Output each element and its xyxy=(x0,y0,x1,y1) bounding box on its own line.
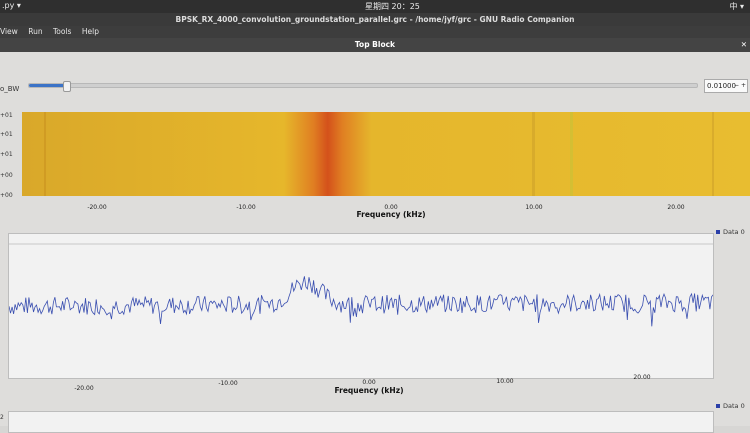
legend-label: Data 0 xyxy=(723,402,745,410)
legend-entry-second: Data 0 xyxy=(716,402,745,410)
bandwidth-slider[interactable] xyxy=(28,81,698,92)
waterfall-xlabel: Frequency (kHz) xyxy=(356,210,426,219)
legend-swatch xyxy=(716,230,720,234)
bandwidth-slider-fill xyxy=(29,84,66,87)
top-block-titlebar: Top Block ✕ xyxy=(0,38,750,52)
waterfall-streak xyxy=(44,112,46,196)
plot-xtick: 10.00 xyxy=(496,378,514,385)
waterfall-ytick: +00 xyxy=(0,192,13,199)
waterfall-ytick: +01 xyxy=(0,112,13,119)
plot-xtick: -10.00 xyxy=(218,380,238,387)
waterfall-xtick: -10.00 xyxy=(236,204,256,211)
bandwidth-spinbox[interactable]: 0.01000 − + xyxy=(704,79,748,93)
menu-help[interactable]: Help xyxy=(82,27,99,36)
waterfall-streak xyxy=(532,112,535,196)
bandwidth-value: 0.01000 xyxy=(707,82,736,90)
menu-bar: View Run Tools Help xyxy=(0,26,750,38)
waterfall-streak xyxy=(712,112,714,196)
close-icon[interactable]: ✕ xyxy=(741,38,747,52)
window-title: BPSK_RX_4000_convolution_groundstation_p… xyxy=(0,13,750,26)
top-block-title: Top Block xyxy=(354,40,396,49)
frequency-plot[interactable] xyxy=(8,233,714,379)
waterfall-xtick: -20.00 xyxy=(87,204,107,211)
menu-tools[interactable]: Tools xyxy=(53,27,71,36)
legend-label: Data 0 xyxy=(723,228,745,236)
legend-entry: Data 0 xyxy=(716,228,745,236)
plot-xtick: -20.00 xyxy=(74,385,94,392)
waterfall-xtick: 10.00 xyxy=(525,204,543,211)
waterfall-image xyxy=(22,112,750,196)
input-method-indicator[interactable]: 中 ▾ xyxy=(729,1,744,12)
plot-xlabel: Frequency (kHz) xyxy=(334,386,404,395)
waterfall-display[interactable] xyxy=(22,112,750,196)
system-top-bar: .py ▾ 星期四 20：25 中 ▾ xyxy=(0,0,750,13)
app-menu-label[interactable]: .py ▾ xyxy=(2,1,21,10)
spectrum-line xyxy=(8,276,714,327)
waterfall-xtick: 20.00 xyxy=(667,204,685,211)
second-plot-ytick: 2 xyxy=(0,414,4,421)
spin-arrows-icon[interactable]: − + xyxy=(734,80,746,92)
frequency-plot-canvas xyxy=(8,243,714,327)
waterfall-ytick: +01 xyxy=(0,131,13,138)
waterfall-ytick: +00 xyxy=(0,172,13,179)
second-frequency-plot[interactable] xyxy=(8,411,714,433)
waterfall-ytick: +01 xyxy=(0,151,13,158)
legend-swatch xyxy=(716,404,720,408)
bandwidth-slider-handle[interactable] xyxy=(62,81,71,92)
menu-view[interactable]: View xyxy=(0,27,18,36)
waterfall-streak xyxy=(570,112,573,196)
plot-xtick: 20.00 xyxy=(633,374,651,381)
menu-run[interactable]: Run xyxy=(28,27,42,36)
system-clock[interactable]: 星期四 20：25 xyxy=(365,1,420,12)
plot-xtick: 0.00 xyxy=(362,379,376,386)
bandwidth-slider-label: o_BW xyxy=(0,85,20,93)
